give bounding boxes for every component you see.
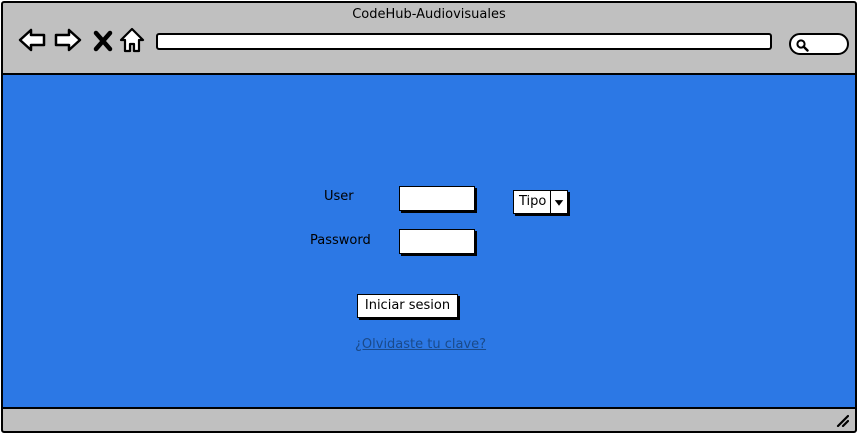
user-label: User bbox=[324, 189, 354, 204]
login-button[interactable]: Iniciar sesion bbox=[357, 294, 458, 318]
type-select-value: Tipo bbox=[519, 194, 547, 209]
home-icon[interactable] bbox=[118, 25, 146, 55]
window-title: CodeHub-Audiovisuales bbox=[352, 7, 506, 22]
password-label: Password bbox=[310, 233, 371, 248]
user-input[interactable] bbox=[399, 186, 475, 211]
browser-window: CodeHub-Audiovisuales User Tipo Password bbox=[1, 1, 857, 433]
search-icon[interactable] bbox=[795, 37, 809, 52]
resize-handle-icon[interactable] bbox=[835, 413, 849, 427]
address-bar[interactable] bbox=[156, 33, 772, 50]
forward-arrow-icon[interactable] bbox=[53, 25, 83, 55]
chevron-down-icon[interactable] bbox=[550, 191, 567, 213]
login-panel: User Tipo Password Iniciar sesion ¿Olvid… bbox=[3, 73, 855, 409]
search-box[interactable] bbox=[789, 33, 849, 55]
type-select[interactable]: Tipo bbox=[513, 190, 568, 214]
back-arrow-icon[interactable] bbox=[17, 25, 47, 55]
password-input[interactable] bbox=[399, 229, 475, 254]
close-x-icon[interactable] bbox=[91, 25, 115, 55]
forgot-password-link[interactable]: ¿Olvidaste tu clave? bbox=[355, 337, 486, 352]
